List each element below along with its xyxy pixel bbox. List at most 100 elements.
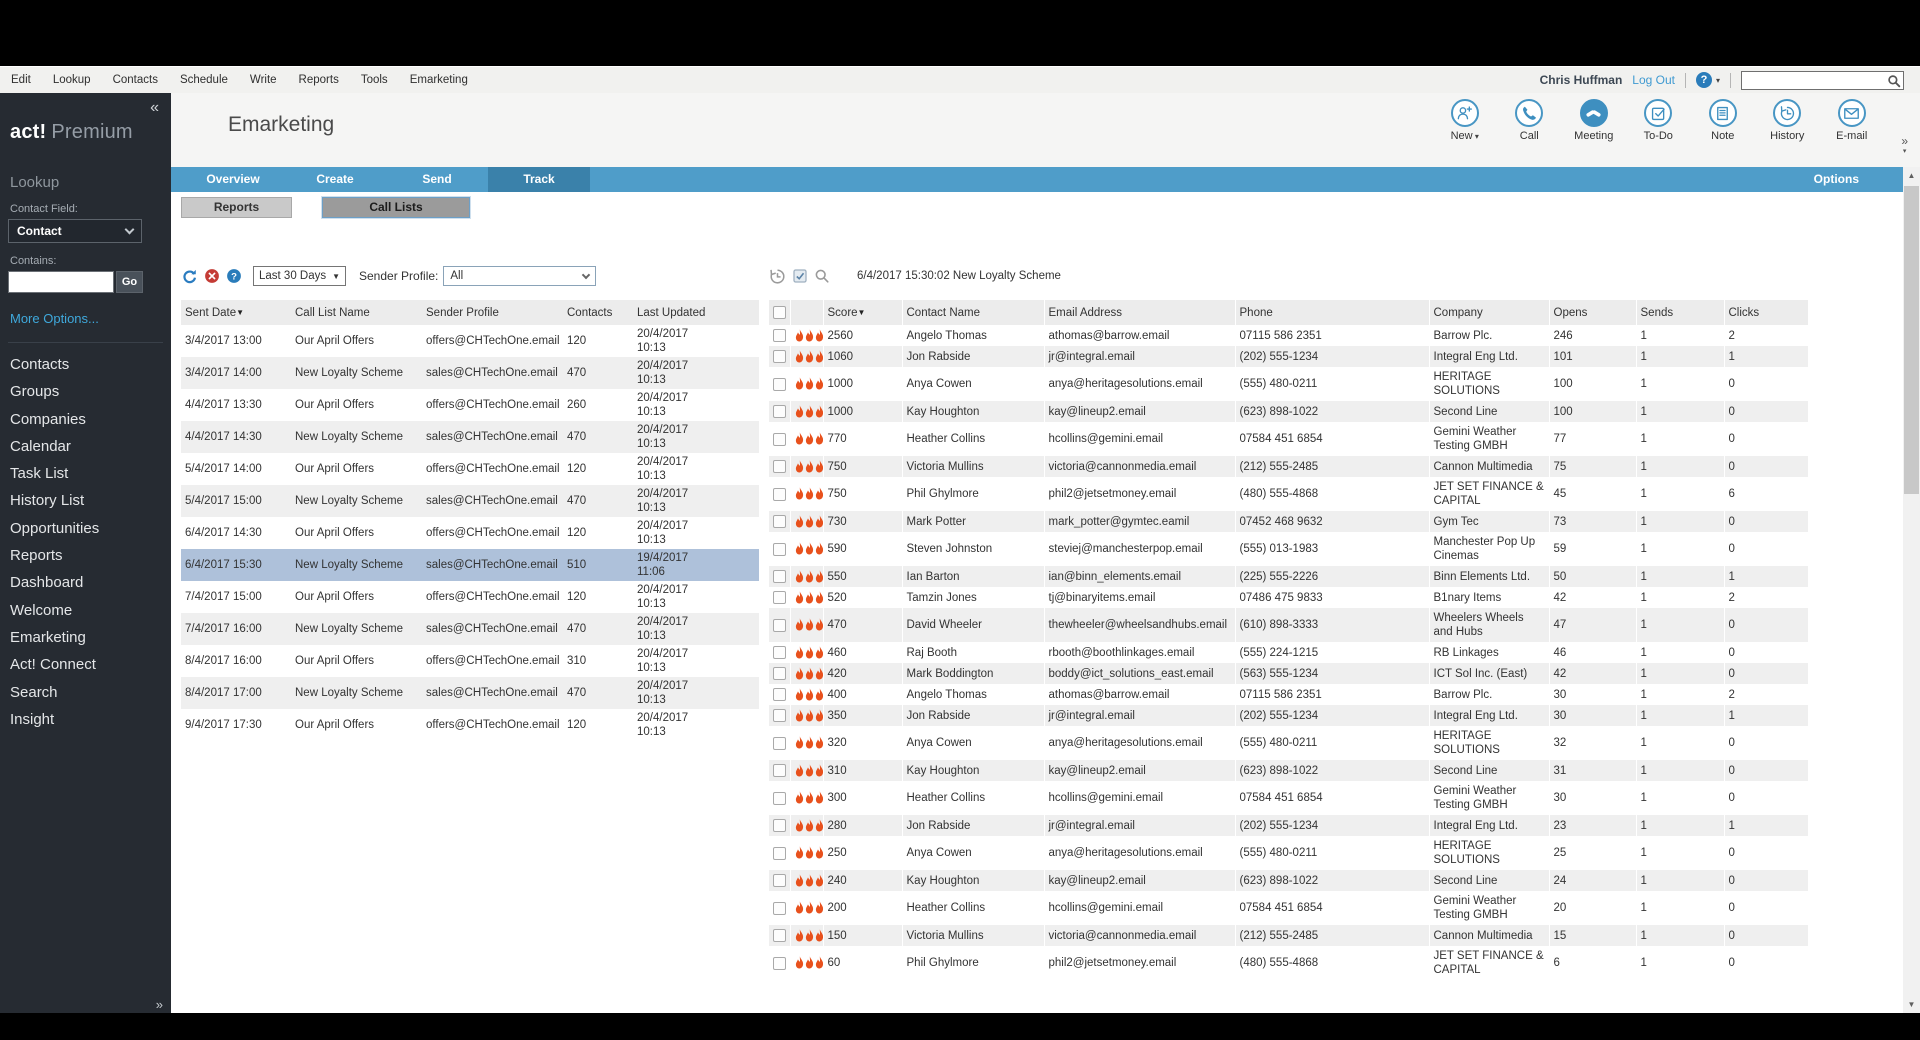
sender-profile-select[interactable]: All <box>443 266 597 286</box>
contact-row[interactable]: 320 Anya Cowen anya@heritagesolutions.emai… <box>769 726 1809 760</box>
contact-row[interactable]: 400 Angelo Thomas athomas@barrow.email 0711… <box>769 684 1809 705</box>
contact-row[interactable]: 460 Raj Booth rbooth@boothlinkages.email (5… <box>769 642 1809 663</box>
sidebar-item-task-list[interactable]: Task List <box>0 460 171 487</box>
row-checkbox[interactable] <box>773 350 786 363</box>
logout-link[interactable]: Log Out <box>1632 73 1675 87</box>
meeting-button[interactable]: Meeting <box>1562 99 1627 142</box>
row-checkbox[interactable] <box>773 667 786 680</box>
col-last-updated[interactable]: Last Updated <box>633 300 759 325</box>
call-list-row[interactable]: 6/4/2017 15:30 New Loyalty Scheme sales@CH… <box>181 549 759 581</box>
note-button[interactable]: Note <box>1691 99 1756 142</box>
vertical-scrollbar[interactable]: ▲ ▼ <box>1903 167 1920 1013</box>
sidebar-item-contacts[interactable]: Contacts <box>0 351 171 378</box>
menu-tools[interactable]: Tools <box>350 67 399 93</box>
tab-create[interactable]: Create <box>284 167 386 192</box>
col-call-list-name[interactable]: Call List Name <box>291 300 422 325</box>
menu-reports[interactable]: Reports <box>288 67 350 93</box>
sidebar-item-calendar[interactable]: Calendar <box>0 433 171 460</box>
row-checkbox[interactable] <box>773 570 786 583</box>
row-checkbox[interactable] <box>773 956 786 970</box>
actions-overflow-icon[interactable]: » ▾ <box>1901 135 1908 156</box>
row-checkbox[interactable] <box>773 542 786 556</box>
scroll-down-icon[interactable]: ▼ <box>1903 996 1920 1013</box>
row-checkbox[interactable] <box>773 709 786 722</box>
contact-row[interactable]: 590 Steven Johnston steviej@manchesterpop.… <box>769 532 1809 566</box>
contact-row[interactable]: 300 Heather Collins hcollins@gemini.email 0… <box>769 781 1809 815</box>
contact-field-select[interactable]: Contact <box>8 219 142 243</box>
col-contact-name[interactable]: Contact Name <box>902 300 1045 325</box>
tab-send[interactable]: Send <box>386 167 488 192</box>
contact-row[interactable]: 1000 Anya Cowen anya@heritagesolutions.ema… <box>769 367 1809 401</box>
delete-icon[interactable] <box>204 268 220 284</box>
sidebar-item-history-list[interactable]: History List <box>0 487 171 514</box>
contact-row[interactable]: 750 Phil Ghylmore phil2@jetsetmoney.email(… <box>769 477 1809 511</box>
row-checkbox[interactable] <box>773 405 786 418</box>
help-button[interactable]: ? ▾ <box>1695 72 1720 88</box>
call-list-row[interactable]: 3/4/2017 13:00 Our April Offers offers@CHT… <box>181 325 759 357</box>
tab-track[interactable]: Track <box>488 167 590 192</box>
contact-row[interactable]: 240 Kay Houghton kay@lineup2.email (623) 89… <box>769 870 1809 891</box>
col-sends[interactable]: Sends <box>1636 300 1725 325</box>
row-checkbox[interactable] <box>773 736 786 750</box>
sidebar-item-insight[interactable]: Insight <box>0 706 171 733</box>
col-opens[interactable]: Opens <box>1549 300 1637 325</box>
sidebar-item-opportunities[interactable]: Opportunities <box>0 515 171 542</box>
col-phone[interactable]: Phone <box>1235 300 1430 325</box>
sidebar-item-reports[interactable]: Reports <box>0 542 171 569</box>
history-icon[interactable] <box>769 268 786 285</box>
row-checkbox[interactable] <box>773 688 786 701</box>
sidebar-item-welcome[interactable]: Welcome <box>0 597 171 624</box>
go-button[interactable]: Go <box>116 271 143 293</box>
sidebar-item-companies[interactable]: Companies <box>0 406 171 433</box>
sidebar-item-groups[interactable]: Groups <box>0 378 171 405</box>
call-list-row[interactable]: 4/4/2017 14:30 New Loyalty Scheme sales@CH… <box>181 421 759 453</box>
more-options-link[interactable]: More Options... <box>10 311 171 326</box>
sidebar-item-search[interactable]: Search <box>0 679 171 706</box>
call-list-row[interactable]: 9/4/2017 17:30 Our April Offers offers@CHT… <box>181 709 759 741</box>
row-checkbox[interactable] <box>773 874 786 887</box>
select-all-icon[interactable] <box>792 268 808 284</box>
col-contacts[interactable]: Contacts <box>563 300 633 325</box>
contact-row[interactable]: 1000 Kay Houghton kay@lineup2.email (623) 8… <box>769 401 1809 422</box>
call-list-row[interactable]: 8/4/2017 17:00 New Loyalty Scheme sales@CH… <box>181 677 759 709</box>
call-list-row[interactable]: 7/4/2017 16:00 New Loyalty Scheme sales@CH… <box>181 613 759 645</box>
sidebar-expander-icon[interactable]: » <box>156 997 163 1012</box>
row-checkbox[interactable] <box>773 515 786 528</box>
call-list-row[interactable]: 5/4/2017 15:00 New Loyalty Scheme sales@CH… <box>181 485 759 517</box>
row-checkbox[interactable] <box>773 646 786 659</box>
call-list-row[interactable]: 5/4/2017 14:00 Our April Offers offers@CHT… <box>181 453 759 485</box>
contact-row[interactable]: 200 Heather Collins hcollins@gemini.email 0… <box>769 891 1809 925</box>
menu-contacts[interactable]: Contacts <box>102 67 169 93</box>
col-sender-profile[interactable]: Sender Profile <box>422 300 563 325</box>
sidebar-item-emarketing[interactable]: Emarketing <box>0 624 171 651</box>
menu-edit[interactable]: Edit <box>0 67 42 93</box>
row-checkbox[interactable] <box>773 618 786 632</box>
global-search-input[interactable] <box>1742 71 1903 89</box>
subtab-call-lists[interactable]: Call Lists <box>322 197 470 218</box>
history-button[interactable]: History <box>1755 99 1820 142</box>
row-checkbox[interactable] <box>773 432 786 446</box>
e-mail-button[interactable]: E-mail <box>1820 99 1885 142</box>
col-email-address[interactable]: Email Address <box>1044 300 1236 325</box>
contact-row[interactable]: 420 Mark Boddington boddy@ict_solutions_ea… <box>769 663 1809 684</box>
row-checkbox[interactable] <box>773 846 786 860</box>
call-list-row[interactable]: 8/4/2017 16:00 Our April Offers offers@CHT… <box>181 645 759 677</box>
help-icon[interactable]: ? <box>226 268 242 284</box>
row-checkbox[interactable] <box>773 819 786 832</box>
contact-row[interactable]: 350 Jon Rabside jr@integral.email (202) 555… <box>769 705 1809 726</box>
col-score[interactable]: Score▼ <box>823 300 903 325</box>
date-range-select[interactable]: Last 30 Days ▼ <box>253 266 346 286</box>
call-list-row[interactable]: 6/4/2017 14:30 Our April Offers offers@CHT… <box>181 517 759 549</box>
col-company[interactable]: Company <box>1429 300 1550 325</box>
call-list-row[interactable]: 3/4/2017 14:00 New Loyalty Scheme sales@CH… <box>181 357 759 389</box>
contact-row[interactable]: 280 Jon Rabside jr@integral.email (202) 555… <box>769 815 1809 836</box>
row-checkbox[interactable] <box>773 329 786 342</box>
contact-row[interactable]: 750 Victoria Mullins victoria@cannonmedia.… <box>769 456 1809 477</box>
scrollbar-thumb[interactable] <box>1904 186 1919 494</box>
sidebar-item-act-connect[interactable]: Act! Connect <box>0 651 171 678</box>
row-checkbox[interactable] <box>773 591 786 604</box>
contact-row[interactable]: 310 Kay Houghton kay@lineup2.email (623) 89… <box>769 760 1809 781</box>
col-select-all[interactable] <box>769 300 791 325</box>
col-sent-date[interactable]: Sent Date▼ <box>181 300 291 325</box>
select-all-checkbox[interactable] <box>773 306 786 319</box>
